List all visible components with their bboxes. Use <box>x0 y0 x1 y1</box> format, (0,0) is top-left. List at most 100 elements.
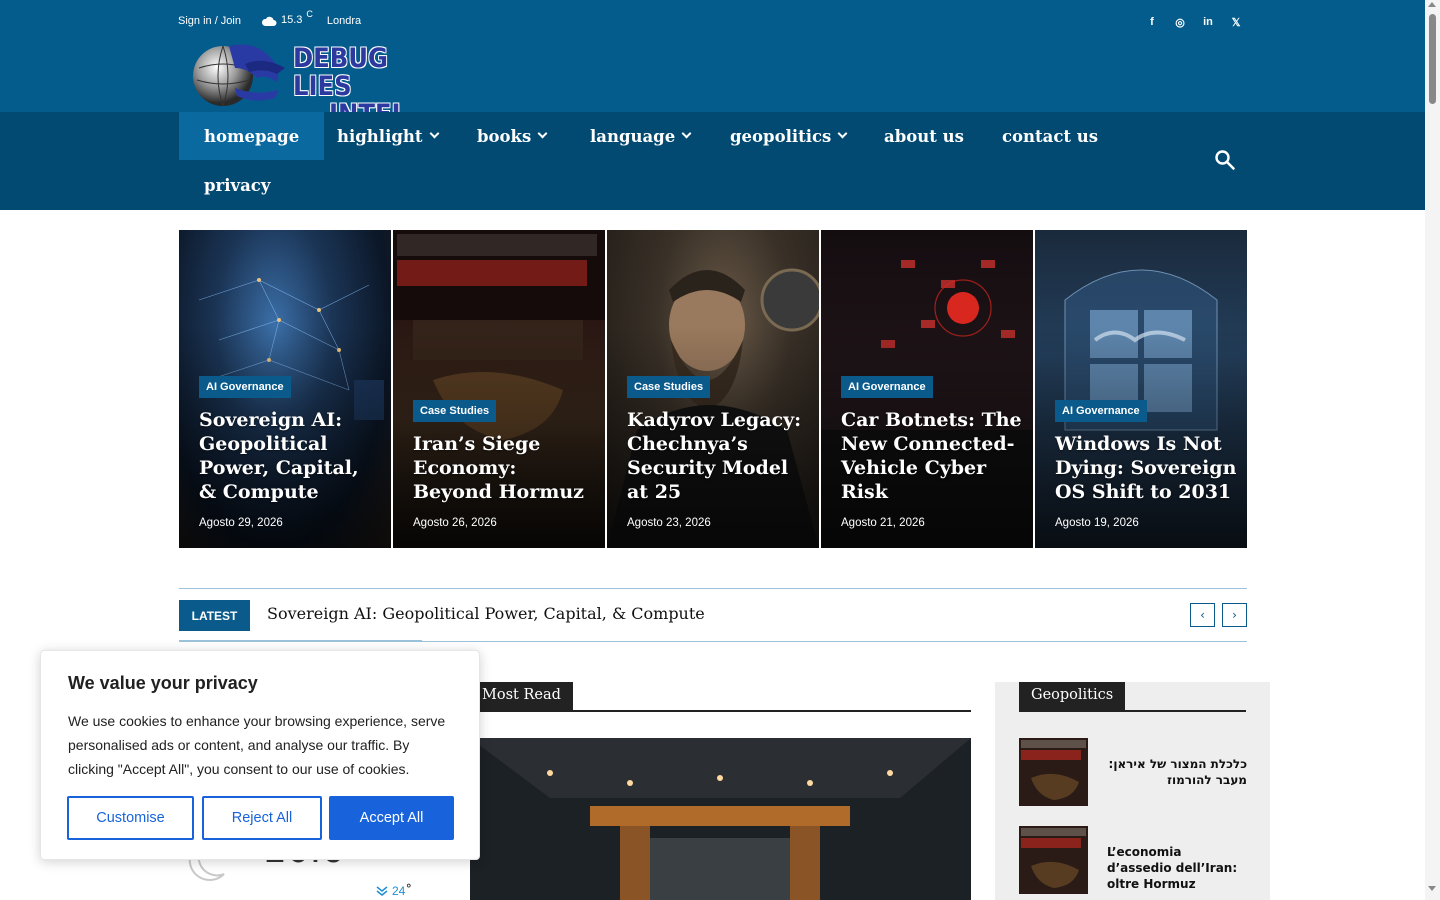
header-temp: 15.3 <box>280 14 303 26</box>
nav-label: about us <box>884 126 964 146</box>
featured-card[interactable]: AI Governance Windows Is Not Dying: Sove… <box>1035 230 1247 548</box>
nav-label: geopolitics <box>730 126 832 146</box>
most-read-header: Most Read <box>470 682 971 712</box>
ticker-next-button[interactable]: › <box>1222 603 1247 627</box>
card-title[interactable]: Car Botnets: The New Connected-Vehicle C… <box>841 408 1023 504</box>
thumbnail-art <box>1019 826 1088 894</box>
nav-item-privacy[interactable]: privacy <box>179 161 295 209</box>
section-label: Most Read <box>470 682 573 710</box>
card-date: Agosto 23, 2026 <box>627 517 711 529</box>
signin-link[interactable]: Sign in / Join <box>178 15 241 27</box>
geopolitics-widget: Geopolitics כלכלת המצור של איראן: מעבר ל… <box>995 682 1270 900</box>
thumbnail-art <box>1019 738 1088 806</box>
nav-label: language <box>590 126 676 146</box>
facebook-icon[interactable]: f <box>1145 14 1159 30</box>
nav-label: contact us <box>1002 126 1099 146</box>
header-temp-unit: C <box>306 9 313 19</box>
logo-line-1: DEBUG LIES <box>293 43 388 102</box>
cookie-body: We use cookies to enhance your browsing … <box>68 713 446 777</box>
featured-card[interactable]: AI Governance Sovereign AI: Geopolitical… <box>179 230 391 548</box>
top-links: Sign in / Join 15.3 C Londra <box>178 9 362 27</box>
card-info: AI Governance Windows Is Not Dying: Sove… <box>1055 399 1237 529</box>
nav-item-contact-us[interactable]: contact us <box>977 112 1123 160</box>
ticker-headline[interactable]: Sovereign AI: Geopolitical Power, Capita… <box>267 604 705 623</box>
header-city: Londra <box>326 14 362 27</box>
scrollbar-thumb[interactable] <box>1429 14 1436 104</box>
featured-card[interactable]: Case Studies Iran’s Siege Economy: Beyon… <box>393 230 605 548</box>
instagram-icon[interactable]: ◎ <box>1173 14 1187 30</box>
nav-item-books[interactable]: books <box>452 112 571 160</box>
most-read-hero-image[interactable] <box>470 738 971 900</box>
widget-header: Geopolitics <box>1019 682 1246 712</box>
category-badge[interactable]: AI Governance <box>841 376 933 398</box>
item-thumbnail[interactable] <box>1019 738 1088 806</box>
weather-low: 24 ° <box>376 881 412 898</box>
ticker-prev-button[interactable]: ‹ <box>1190 603 1215 627</box>
featured-card[interactable]: AI Governance Car Botnets: The New Conne… <box>821 230 1033 548</box>
main-nav: homepage highlight books language geopol… <box>0 112 1425 210</box>
item-thumbnail[interactable] <box>1019 826 1088 894</box>
weather-low-unit: ° <box>406 881 412 895</box>
divider <box>179 640 422 641</box>
card-info: AI Governance Sovereign AI: Geopolitical… <box>199 375 381 529</box>
card-title[interactable]: Sovereign AI: Geopolitical Power, Capita… <box>199 408 381 504</box>
site-logo[interactable]: DEBUG LIES INTEL <box>185 38 455 129</box>
card-date: Agosto 21, 2026 <box>841 517 925 529</box>
card-date: Agosto 26, 2026 <box>413 517 497 529</box>
card-date: Agosto 19, 2026 <box>1055 517 1139 529</box>
card-title[interactable]: Iran’s Siege Economy: Beyond Hormuz <box>413 432 595 504</box>
chevron-down-icon <box>837 128 848 139</box>
featured-card[interactable]: Case Studies Kadyrov Legacy: Chechnya’s … <box>607 230 819 548</box>
site-header: Sign in / Join 15.3 C Londra f ◎ in 𝕏 DE… <box>0 0 1425 129</box>
cookie-consent-dialog: We value your privacy We use cookies to … <box>40 650 480 860</box>
reject-all-button[interactable]: Reject All <box>202 796 322 840</box>
category-badge[interactable]: Case Studies <box>413 400 497 422</box>
ticker-label: LATEST <box>179 600 250 631</box>
page: Sign in / Join 15.3 C Londra f ◎ in 𝕏 DE… <box>0 0 1440 900</box>
weather-low-value: 24 <box>392 884 406 898</box>
category-badge[interactable]: AI Governance <box>1055 400 1147 422</box>
nav-item-language[interactable]: language <box>565 112 715 160</box>
card-info: Case Studies Kadyrov Legacy: Chechnya’s … <box>627 375 809 529</box>
widget-label: Geopolitics <box>1019 682 1126 710</box>
widget-item[interactable]: כלכלת המצור של איראן: מעבר להורמוז <box>1019 738 1247 806</box>
nav-item-geopolitics[interactable]: geopolitics <box>705 112 871 160</box>
widget-item[interactable]: L’economia d’assedio dell’Iran: oltre Ho… <box>1019 826 1246 894</box>
card-date: Agosto 29, 2026 <box>199 517 283 529</box>
accept-all-button[interactable]: Accept All <box>329 796 454 840</box>
nav-label: highlight <box>337 126 423 146</box>
nav-label: privacy <box>204 175 271 195</box>
chevron-down-icon <box>681 128 692 139</box>
scroll-up-arrow-icon[interactable] <box>1428 2 1436 7</box>
featured-slider: AI Governance Sovereign AI: Geopolitical… <box>179 230 1247 548</box>
chevron-down-icon <box>429 128 439 139</box>
category-badge[interactable]: AI Governance <box>199 376 291 398</box>
nav-item-highlight[interactable]: highlight <box>312 112 463 160</box>
header-weather: 15.3 C <box>261 9 313 27</box>
card-title[interactable]: Kadyrov Legacy: Chechnya’s Security Mode… <box>627 408 809 504</box>
item-title[interactable]: כלכלת המצור של איראן: מעבר להורמוז <box>1107 756 1247 788</box>
page-scrollbar[interactable] <box>1425 0 1440 900</box>
category-badge[interactable]: Case Studies <box>627 376 711 398</box>
cloud-icon <box>261 16 277 26</box>
nav-label: homepage <box>204 126 300 146</box>
globe-logo-icon <box>193 44 285 107</box>
chevrons-down-icon <box>376 886 388 896</box>
card-info: AI Governance Car Botnets: The New Conne… <box>841 375 1023 529</box>
social-links: f ◎ in 𝕏 <box>1145 14 1243 30</box>
nav-item-about-us[interactable]: about us <box>859 112 989 160</box>
customise-button[interactable]: Customise <box>67 796 194 840</box>
item-title[interactable]: L’economia d’assedio dell’Iran: oltre Ho… <box>1107 844 1247 892</box>
linkedin-icon[interactable]: in <box>1201 14 1215 30</box>
scroll-down-arrow-icon[interactable] <box>1428 886 1436 891</box>
x-icon[interactable]: 𝕏 <box>1229 14 1243 30</box>
card-title[interactable]: Windows Is Not Dying: Sovereign OS Shift… <box>1055 432 1237 504</box>
latest-ticker: LATEST Sovereign AI: Geopolitical Power,… <box>179 588 1247 642</box>
hero-image-art <box>470 738 971 900</box>
search-icon[interactable] <box>1214 149 1236 171</box>
chevron-down-icon <box>537 128 548 139</box>
nav-item-homepage[interactable]: homepage <box>179 112 325 160</box>
nav-label: books <box>477 126 532 146</box>
card-info: Case Studies Iran’s Siege Economy: Beyon… <box>413 399 595 529</box>
cookie-title: We value your privacy <box>68 673 258 693</box>
